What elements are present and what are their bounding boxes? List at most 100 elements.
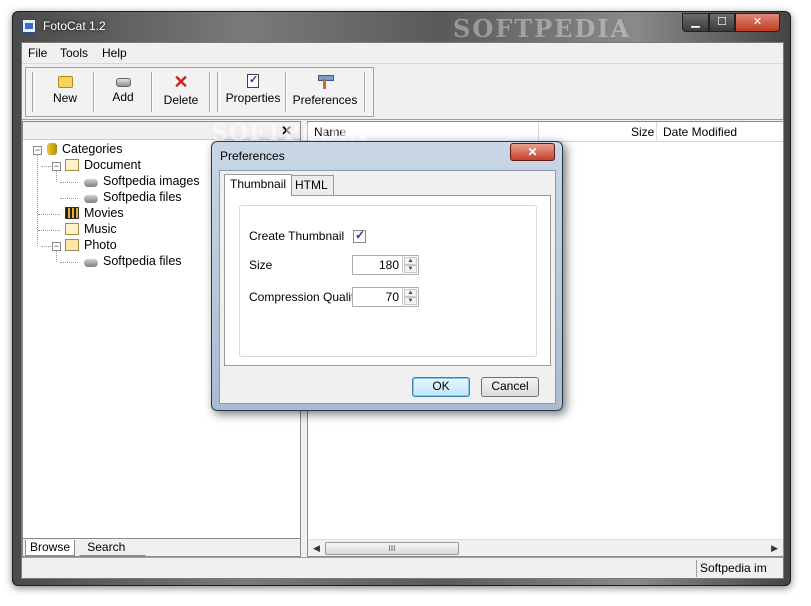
title-watermark: SOFTPEDIA [453, 14, 632, 43]
toolbar-separator [364, 72, 366, 112]
tree-item-label: Softpedia files [103, 254, 182, 268]
title-bar[interactable]: FotoCat 1.2 SOFTPEDIA ▁ ☐ ✕ [13, 12, 790, 43]
scroll-right-icon[interactable]: ▶ [771, 543, 778, 554]
status-divider [696, 560, 697, 577]
spin-up-icon[interactable]: ▲ [404, 257, 417, 265]
pane-tabs: Browse Search [23, 538, 300, 556]
properties-label: Properties [225, 91, 281, 105]
new-button[interactable]: New [40, 72, 90, 112]
properties-button[interactable]: Properties [222, 72, 284, 112]
close-button[interactable]: ✕ [735, 13, 780, 32]
tree-item-label: Softpedia files [103, 190, 182, 204]
column-header: Name Size Date Modified [308, 122, 783, 142]
dialog-title: Preferences [220, 149, 285, 163]
tree-line [60, 262, 78, 263]
scroll-thumb[interactable]: III [325, 542, 459, 555]
thumbnail-panel: Create Thumbnail Size 180 ▲ ▼ Compressio… [224, 195, 551, 366]
add-button[interactable]: Add [98, 72, 148, 112]
expand-toggle-icon[interactable]: − [52, 242, 61, 251]
add-label: Add [112, 90, 134, 104]
column-divider[interactable] [538, 122, 539, 142]
music-icon [65, 223, 79, 235]
tree-item-photo[interactable]: Photo [65, 238, 117, 254]
size-stepper[interactable]: 180 ▲ ▼ [352, 255, 419, 275]
app-icon [22, 19, 36, 33]
toolbar: New Add ✕ Delete Properties [25, 67, 374, 117]
spin-up-icon[interactable]: ▲ [404, 289, 417, 297]
spin-down-icon[interactable]: ▼ [404, 297, 417, 305]
document-icon [65, 159, 79, 171]
delete-x-icon: ✕ [173, 72, 189, 92]
film-icon [65, 207, 79, 219]
tree-line [60, 198, 78, 199]
tree-item-music[interactable]: Music [65, 222, 117, 238]
expand-toggle-icon[interactable]: − [33, 146, 42, 155]
toolbar-separator [151, 72, 153, 112]
tab-html[interactable]: HTML [289, 175, 334, 195]
tree-item-label: Photo [84, 238, 117, 252]
checkbox-properties-icon [247, 73, 259, 88]
thumbnail-settings-group: Create Thumbnail Size 180 ▲ ▼ Compressio… [239, 205, 537, 357]
tree-item-label: Softpedia images [103, 174, 200, 188]
tree-item-label: Music [84, 222, 117, 236]
column-date-modified[interactable]: Date Modified [663, 125, 737, 139]
tree-line [37, 150, 38, 246]
drive-icon [84, 195, 98, 203]
create-thumbnail-label: Create Thumbnail [249, 229, 345, 243]
dialog-close-button[interactable]: ✕ [510, 143, 555, 161]
tree-item-categories[interactable]: Categories [47, 142, 122, 158]
column-divider[interactable] [656, 122, 657, 142]
maximize-button[interactable]: ☐ [709, 13, 735, 32]
toolbar-area: New Add ✕ Delete Properties [22, 63, 783, 120]
hammer-tools-icon [317, 74, 334, 90]
delete-label: Delete [163, 93, 199, 107]
spin-down-icon[interactable]: ▼ [404, 265, 417, 273]
tab-browse[interactable]: Browse [25, 540, 76, 556]
column-size[interactable]: Size [631, 125, 654, 139]
horizontal-scrollbar[interactable]: ◀ III ▶ [308, 539, 783, 556]
tree-line [60, 182, 78, 183]
cancel-button[interactable]: Cancel [481, 377, 539, 397]
compression-quality-label: Compression Quality [249, 290, 361, 304]
toolbar-separator [285, 72, 287, 112]
drive-icon [84, 179, 98, 187]
quality-stepper-buttons: ▲ ▼ [402, 288, 418, 306]
dialog-body: Thumbnail HTML Create Thumbnail Size 180… [219, 170, 556, 404]
tree-item-photo-softpedia-files[interactable]: Softpedia files [84, 254, 182, 270]
size-value: 180 [378, 258, 399, 272]
tree-item-softpedia-images[interactable]: Softpedia images [84, 174, 200, 190]
tab-thumbnail[interactable]: Thumbnail [224, 174, 293, 196]
toolbar-grip [217, 72, 220, 112]
tree-item-softpedia-files[interactable]: Softpedia files [84, 190, 182, 206]
delete-button[interactable]: ✕ Delete [156, 72, 206, 112]
menu-file[interactable]: File [28, 46, 47, 60]
new-label: New [52, 91, 77, 105]
tab-search-label: Search [87, 540, 126, 554]
tab-search[interactable]: Search [79, 540, 153, 556]
tree-item-document[interactable]: Document [65, 158, 141, 174]
tree-item-movies[interactable]: Movies [65, 206, 124, 222]
preferences-label: Preferences [292, 93, 358, 107]
toolbar-grip[interactable] [32, 72, 35, 112]
minimize-button[interactable]: ▁ [682, 13, 709, 32]
tree-item-label: Movies [84, 206, 124, 220]
menu-tools[interactable]: Tools [60, 46, 88, 60]
tree-item-label: Categories [62, 142, 123, 156]
ok-button[interactable]: OK [412, 377, 470, 397]
drive-icon [84, 259, 98, 267]
menu-help[interactable]: Help [102, 46, 127, 60]
tree-line [38, 230, 60, 231]
compression-quality-stepper[interactable]: 70 ▲ ▼ [352, 287, 419, 307]
preferences-dialog: SOFTPEDIA Preferences ✕ Thumbnail HTML C… [211, 120, 563, 411]
toolbar-separator [93, 72, 95, 112]
size-label: Size [249, 258, 273, 272]
menu-bar: File Tools Help [22, 43, 783, 63]
scroll-left-icon[interactable]: ◀ [313, 543, 320, 554]
categories-icon [47, 143, 57, 155]
toolbar-separator [209, 72, 211, 112]
dialog-watermark: SOFTPEDIA [212, 120, 368, 146]
create-thumbnail-checkbox[interactable] [353, 228, 366, 243]
preferences-button[interactable]: Preferences [290, 72, 360, 112]
expand-toggle-icon[interactable]: − [52, 162, 61, 171]
tree-line [38, 214, 60, 215]
